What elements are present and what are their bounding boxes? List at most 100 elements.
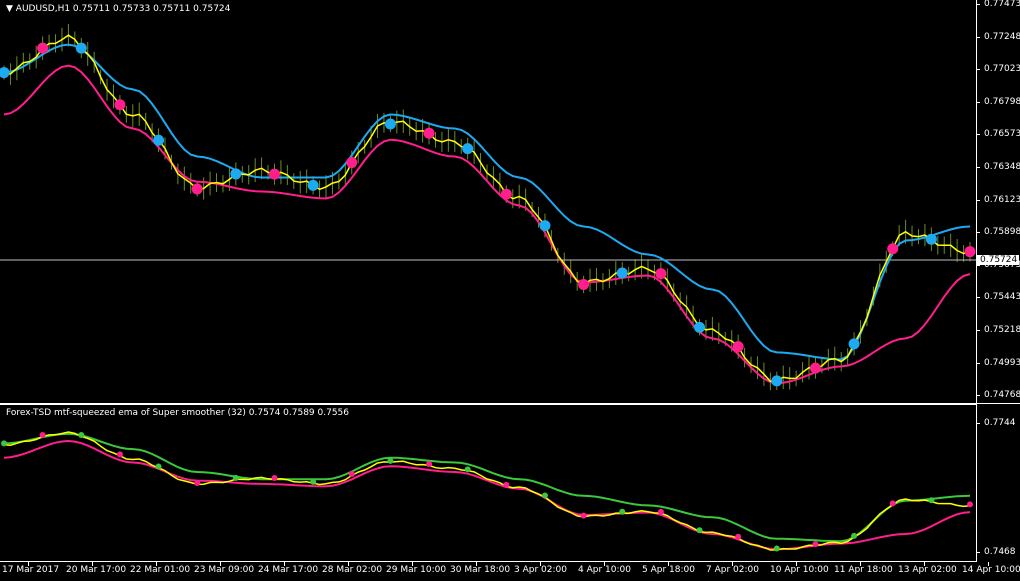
time-label: 3 Apr 02:00 [514,565,567,575]
chart-canvas [0,23,976,552]
signal-dot [346,157,358,169]
indicator-tick [976,552,980,553]
indicator-pink-line [3,439,971,551]
indicator-dot [387,457,394,464]
signal-dot [848,338,860,350]
indicator-tick [976,423,980,424]
signal-dot [616,267,628,279]
indicator-dot [1,440,7,447]
signal-dot [732,341,744,353]
symbol-title: ▼ AUDUSD,H1 0.75711 0.75733 0.75711 0.75… [6,4,230,14]
signal-dot [771,375,783,387]
time-label: 29 Mar 10:00 [386,565,447,575]
time-label: 24 Mar 17:00 [258,565,319,575]
time-label: 11 Apr 18:00 [834,565,893,575]
signal-dot [384,118,396,130]
indicator-dot [503,481,510,488]
price-label: 0.76798 [984,96,1020,107]
price-label: 0.75443 [984,292,1020,303]
indicator-dots [1,432,973,552]
price-tick [976,232,980,234]
signal-dot [268,168,280,180]
signal-dot [578,278,590,290]
signal-dots [0,42,976,387]
indicator-dot [889,500,896,507]
price-tick [976,297,980,299]
time-label: 20 Mar 17:00 [66,565,127,575]
indicator-dot [116,451,123,458]
price-label: 0.76573 [984,129,1020,140]
time-label: 17 Mar 2017 [2,565,60,575]
time-label: 14 Apr 10:00 [962,565,1020,575]
indicator-dot [541,492,548,499]
price-label: 0.76348 [984,162,1020,172]
ema-blue-line [3,43,971,361]
signal-dot [75,42,87,54]
indicator-label: 0.7468 [984,547,1016,557]
indicator-dot [851,532,858,539]
fast-yellow-line [3,34,971,383]
price-tick [976,134,980,136]
indicator-dot [580,512,587,519]
signal-dot [500,188,512,200]
signal-dot [887,243,899,255]
time-label: 7 Apr 02:00 [706,565,759,575]
signal-dot [37,42,49,54]
time-label: 23 Mar 09:00 [194,565,255,575]
price-label: 0.74993 [984,357,1020,368]
indicator-dot [232,474,239,481]
price-tick [976,362,980,364]
indicator-dot [194,480,201,487]
symbol-dropdown-icon[interactable]: ▼ [6,4,13,14]
indicator-dot [967,501,973,508]
indicator-dot [39,432,46,439]
signal-dot [0,67,10,79]
time-label: 28 Mar 02:00 [322,565,383,575]
price-label: 0.77248 [984,31,1020,42]
indicator-dot [78,432,85,439]
price-tick [976,330,980,331]
indicator-yellow-line [3,431,971,551]
price-bars [3,23,971,391]
indicator-green-line [3,432,971,543]
price-label: 0.75898 [984,227,1020,238]
signal-dot [925,233,937,245]
indicator-dot [812,541,819,548]
price-tick [976,199,980,201]
signal-dot [694,321,706,333]
indicator-dot [735,533,742,540]
signal-dot [655,268,667,280]
indicator-label: 0.7744 [984,418,1016,428]
indicator-dot [619,508,626,515]
price-tick [976,69,980,71]
ema-pink-line [3,64,971,385]
indicator-dot [310,478,317,485]
indicator-title: Forex-TSD mtf-squeezed ema of Super smoo… [6,408,350,418]
indicator-dot [657,508,664,515]
price-tick [976,395,980,397]
indicator-dot [155,463,162,470]
price-tick [976,36,980,38]
indicator-dot [696,527,703,534]
time-label: 5 Apr 18:00 [642,565,695,575]
indicator-dot [928,497,935,504]
price-label: 0.77023 [984,64,1020,75]
time-label: 10 Apr 10:00 [770,565,829,575]
time-label: 4 Apr 10:00 [578,565,631,575]
price-label: 0.74768 [984,390,1020,401]
signal-dot [307,179,319,191]
price-label: 0.76123 [984,194,1020,205]
price-tick [976,4,980,5]
indicator-dot [348,471,355,478]
signal-dot [539,220,551,232]
time-label: 22 Mar 01:00 [130,565,191,575]
current-price-tag: 0.75724 [977,255,1019,265]
signal-dot [809,362,821,374]
indicator-dot [773,545,780,552]
price-label: 0.77473 [984,0,1020,9]
symbol-info: AUDUSD,H1 0.75711 0.75733 0.75711 0.7572… [15,4,231,14]
signal-dot [423,127,435,139]
indicator-dot [464,466,471,473]
signal-dot [462,143,474,155]
signal-dot [153,134,165,146]
